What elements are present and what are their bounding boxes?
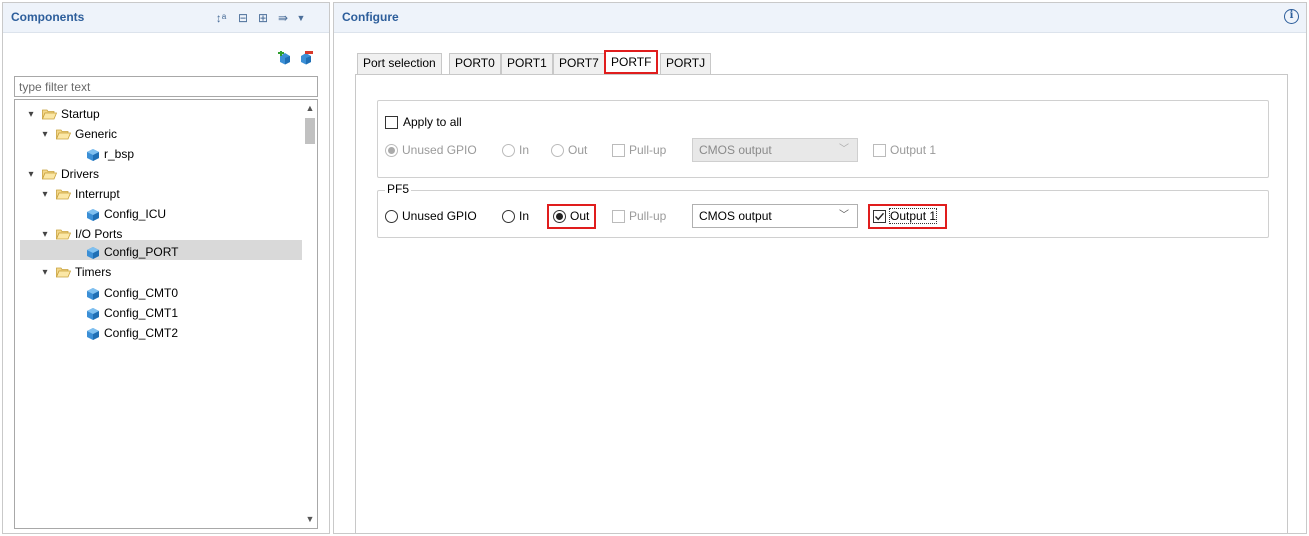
folder-open-icon — [56, 189, 71, 200]
components-header: Components ↕ᵃ ⊟ ⊞ ⇛ ▼ — [3, 3, 329, 33]
apply-output-type-value: CMOS output — [699, 143, 772, 157]
tree-item-label: Timers — [75, 265, 112, 279]
chevron-down-icon[interactable]: ▾ — [24, 109, 38, 120]
tab-port7[interactable]: PORT7 — [553, 53, 605, 74]
pf5-out-radio[interactable] — [553, 210, 566, 223]
tree-item-label: Config_CMT0 — [104, 286, 179, 300]
tree-item-config-cmt0[interactable]: Config_CMT0 — [86, 283, 178, 303]
folder-open-icon — [42, 169, 57, 180]
pf5-out-label: Out — [570, 209, 590, 223]
apply-in-label: In — [519, 143, 530, 157]
apply-all-label: Apply to all — [403, 115, 462, 129]
apply-unused-gpio-label: Unused GPIO — [402, 143, 477, 157]
filter-input[interactable] — [14, 76, 318, 97]
tree-item-config-cmt1[interactable]: Config_CMT1 — [86, 303, 178, 323]
component-icon — [86, 207, 100, 221]
component-icon — [86, 147, 100, 161]
chevron-down-icon: ﹀ — [839, 210, 849, 221]
chevron-down-icon[interactable]: ▾ — [24, 169, 38, 180]
tab-portj[interactable]: PORTJ — [660, 53, 712, 74]
pf5-output-type-select[interactable]: CMOS output ﹀ — [692, 204, 858, 228]
apply-output-type-select[interactable]: CMOS output ﹀ — [692, 138, 858, 162]
apply-output1-label: Output 1 — [890, 143, 937, 157]
scroll-up-icon[interactable]: ▲ — [303, 101, 317, 115]
view-menu-icon[interactable]: ▼ — [293, 10, 309, 26]
tree-item-timers[interactable]: ▾ Timers — [38, 262, 111, 282]
apply-pullup-label: Pull-up — [629, 143, 667, 157]
expand-all-icon[interactable]: ⊞ — [255, 10, 271, 26]
pf5-pullup-checkbox[interactable] — [612, 210, 625, 223]
folder-open-icon — [56, 229, 71, 240]
chevron-down-icon[interactable]: ▾ — [38, 189, 52, 200]
pf5-unused-gpio-radio[interactable] — [385, 210, 398, 223]
chevron-down-icon[interactable]: ▾ — [38, 267, 52, 278]
sort-az-icon[interactable]: ↕ᵃ — [213, 10, 229, 26]
tree-item-generic[interactable]: ▾ Generic — [38, 124, 117, 144]
tree-item-config-port[interactable]: Config_PORT — [86, 242, 178, 262]
info-icon[interactable]: i — [1284, 9, 1299, 24]
apply-all-checkbox[interactable] — [385, 116, 398, 129]
pf5-output-type-value: CMOS output — [699, 209, 772, 223]
link-editor-icon[interactable]: ⇛ — [275, 10, 291, 26]
tree-item-label: Config_CMT1 — [104, 306, 179, 320]
configure-header: Configure i — [334, 3, 1306, 33]
apply-in-radio[interactable] — [502, 144, 515, 157]
component-icon — [86, 306, 100, 320]
apply-output1-checkbox[interactable] — [873, 144, 886, 157]
chevron-down-icon[interactable]: ▾ — [38, 229, 52, 240]
tree-item-r-bsp[interactable]: r_bsp — [86, 144, 134, 164]
tree-item-label: Generic — [75, 127, 118, 141]
tree-item-interrupt[interactable]: ▾ Interrupt — [38, 184, 120, 204]
tab-port0[interactable]: PORT0 — [449, 53, 501, 74]
pf5-unused-gpio-label: Unused GPIO — [402, 209, 477, 223]
pf5-in-label: In — [519, 209, 530, 223]
pf5-output1-label: Output 1 — [888, 208, 938, 224]
pf5-in-radio[interactable] — [502, 210, 515, 223]
tree-item-io-ports[interactable]: ▾ I/O Ports — [38, 224, 122, 244]
tree-item-config-icu[interactable]: Config_ICU — [86, 204, 166, 224]
tree-item-label: r_bsp — [104, 147, 135, 161]
scrollbar-thumb[interactable] — [305, 118, 315, 144]
tree-item-label: Startup — [61, 107, 100, 121]
tree-item-label: Config_PORT — [104, 245, 179, 259]
apply-out-radio[interactable] — [551, 144, 564, 157]
tab-port-selection[interactable]: Port selection — [357, 53, 442, 74]
folder-open-icon — [42, 109, 57, 120]
tree-item-label: Config_CMT2 — [104, 326, 179, 340]
component-icon — [86, 245, 100, 259]
folder-open-icon — [56, 129, 71, 140]
component-icon — [86, 286, 100, 300]
tree-item-drivers[interactable]: ▾ Drivers — [24, 164, 99, 184]
scroll-down-icon[interactable]: ▼ — [303, 512, 317, 526]
pf5-legend: PF5 — [385, 182, 412, 196]
collapse-all-icon[interactable]: ⊟ — [235, 10, 251, 26]
pf5-pullup-label: Pull-up — [629, 209, 667, 223]
tree-item-label: Config_ICU — [104, 207, 167, 221]
remove-component-icon[interactable] — [299, 51, 313, 65]
apply-out-label: Out — [568, 143, 588, 157]
apply-pullup-checkbox[interactable] — [612, 144, 625, 157]
apply-unused-gpio-radio[interactable] — [385, 144, 398, 157]
tree-item-startup[interactable]: ▾ Startup — [24, 104, 100, 124]
pf5-output1-checkbox[interactable] — [873, 210, 886, 223]
tree-item-label: Interrupt — [75, 187, 120, 201]
folder-open-icon — [56, 267, 71, 278]
tree-item-label: Drivers — [61, 167, 99, 181]
chevron-down-icon[interactable]: ▾ — [38, 129, 52, 140]
components-title: Components — [11, 10, 85, 24]
configure-title: Configure — [342, 10, 399, 24]
chevron-down-icon: ﹀ — [839, 144, 849, 155]
add-component-icon[interactable] — [278, 50, 292, 65]
tab-port1[interactable]: PORT1 — [501, 53, 553, 74]
tree-item-config-cmt2[interactable]: Config_CMT2 — [86, 323, 178, 343]
tree-item-label: I/O Ports — [75, 227, 123, 241]
tab-portf[interactable]: PORTF — [604, 50, 659, 74]
component-icon — [86, 326, 100, 340]
